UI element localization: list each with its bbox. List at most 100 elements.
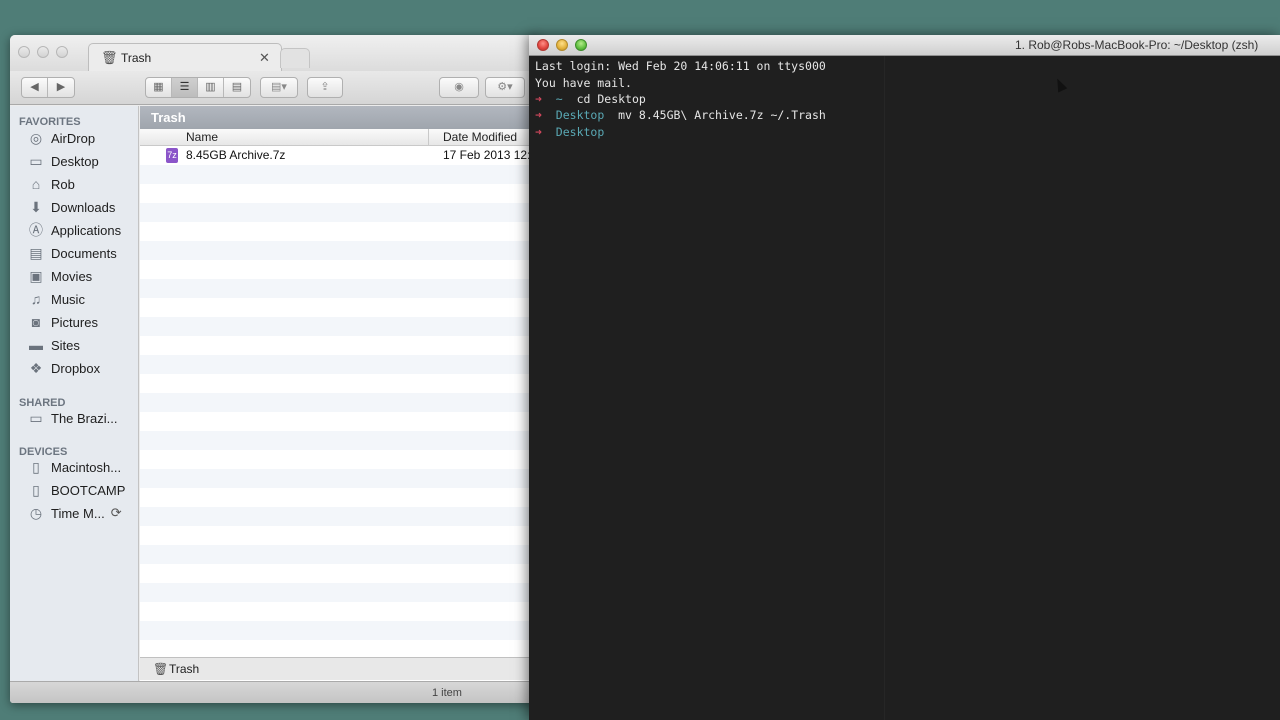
terminal-window: 1. Rob@Robs-MacBook-Pro: ~/Desktop (zsh)…	[529, 35, 1280, 720]
file-row[interactable]: 7z 8.45GB Archive.7z 17 Feb 2013 12:	[140, 146, 540, 165]
command-text: mv 8.45GB\ Archive.7z ~/.Trash	[618, 108, 826, 122]
sidebar-item-label: Downloads	[51, 199, 116, 215]
terminal-line: ➜ Desktop	[535, 125, 604, 139]
terminal-title: 1. Rob@Robs-MacBook-Pro: ~/Desktop (zsh)	[1015, 38, 1259, 52]
finder-window: 🗑 Trash ✕ ◀ ▶ ▦ ☰ ▥ ▤ ▤▾ ⇪ ◉ ⚙▾ FAVORITE…	[10, 35, 540, 703]
minimize-window-button[interactable]	[37, 46, 49, 58]
prompt-arrow-icon: ➜	[535, 125, 542, 139]
column-header: Name Date Modified	[140, 129, 540, 146]
sidebar-item-label: AirDrop	[51, 130, 96, 146]
sidebar-item-label: Pictures	[51, 314, 98, 330]
sidebar-item-pictures[interactable]: ◙ Pictures	[26, 311, 138, 333]
date-modified-column-header[interactable]: Date Modified	[443, 130, 517, 144]
sidebar-item-label: Macintosh...	[51, 459, 122, 475]
sidebar-item-label: Dropbox	[51, 360, 101, 376]
folder-title: Trash	[140, 106, 540, 129]
network-computer-icon: ▭	[29, 409, 43, 426]
sidebar-item-macintosh-hd[interactable]: ▯ Macintosh...	[26, 456, 138, 478]
sidebar-item-rob[interactable]: ⌂ Rob	[26, 173, 138, 195]
sidebar-item-label: Documents	[51, 245, 117, 261]
column-guide	[884, 56, 885, 720]
terminal-line: ➜ Desktop mv 8.45GB\ Archive.7z ~/.Trash	[535, 108, 826, 122]
terminal-titlebar[interactable]: 1. Rob@Robs-MacBook-Pro: ~/Desktop (zsh)	[529, 35, 1280, 56]
applications-icon: Ⓐ	[29, 222, 43, 238]
quick-look-eye-icon[interactable]: ◉	[439, 77, 479, 98]
sidebar-item-applications[interactable]: Ⓐ Applications	[26, 219, 138, 241]
new-tab-button[interactable]	[280, 48, 310, 68]
name-column-header[interactable]: Name	[186, 130, 218, 144]
forward-arrow-icon[interactable]: ▶	[48, 78, 74, 97]
status-bar: 1 item	[10, 681, 540, 703]
item-count: 1 item	[432, 687, 462, 699]
sidebar-item-shared-computer[interactable]: ▭ The Brazi...	[26, 407, 138, 429]
downloads-icon: ⬇	[30, 198, 42, 215]
view-mode-control[interactable]: ▦ ☰ ▥ ▤	[145, 77, 251, 98]
finder-titlebar[interactable]: 🗑 Trash ✕	[10, 35, 540, 71]
drive-icon: ▯	[32, 458, 40, 475]
sidebar-item-music[interactable]: ♫ Music	[26, 288, 138, 310]
sidebar-item-label: Music	[51, 291, 85, 307]
prompt-directory: Desktop	[555, 108, 605, 122]
tab-title: Trash	[121, 51, 152, 65]
back-arrow-icon[interactable]: ◀	[22, 78, 48, 97]
back-forward-control[interactable]: ◀ ▶	[21, 77, 75, 98]
sidebar-item-airdrop[interactable]: ◎ AirDrop	[26, 127, 138, 149]
sidebar-item-sites[interactable]: ▬ Sites	[26, 334, 138, 356]
pictures-icon: ◙	[31, 314, 41, 330]
desktop-icon: ▭	[29, 152, 43, 169]
sidebar-item-label: BOOTCAMP	[51, 482, 126, 498]
share-button[interactable]: ⇪	[307, 77, 343, 98]
icon-view-icon[interactable]: ▦	[146, 78, 172, 97]
column-view-icon[interactable]: ▥	[198, 78, 224, 97]
minimize-window-button[interactable]	[556, 39, 568, 51]
close-window-button[interactable]	[18, 46, 30, 58]
path-bar-item[interactable]: Trash	[169, 662, 199, 676]
sidebar-item-label: The Brazi...	[51, 410, 118, 426]
path-bar: 🗑 Trash	[140, 657, 540, 680]
airdrop-icon: ◎	[29, 129, 43, 146]
sync-spinner-icon: ⟳	[110, 505, 122, 520]
sidebar-item-movies[interactable]: ▣ Movies	[26, 265, 138, 287]
terminal-line: You have mail.	[535, 76, 632, 90]
file-date: 17 Feb 2013 12:	[443, 148, 531, 162]
prompt-directory: Desktop	[555, 125, 605, 139]
close-tab-icon[interactable]: ✕	[259, 50, 270, 66]
prompt-arrow-icon: ➜	[535, 108, 542, 122]
sidebar-item-label: Time M...	[51, 505, 105, 521]
sidebar-item-label: Desktop	[51, 153, 99, 169]
sidebar-item-downloads[interactable]: ⬇ Downloads	[26, 196, 138, 218]
action-gear-icon[interactable]: ⚙▾	[485, 77, 525, 98]
sidebar-item-bootcamp[interactable]: ▯ BOOTCAMP	[26, 479, 138, 501]
sidebar-item-dropbox[interactable]: ❖ Dropbox	[26, 357, 138, 379]
dropbox-icon: ❖	[29, 359, 43, 376]
sidebar-item-documents[interactable]: ▤ Documents	[26, 242, 138, 264]
zoom-window-button[interactable]	[56, 46, 68, 58]
list-view-icon[interactable]: ☰	[172, 78, 198, 97]
home-icon: ⌂	[31, 176, 41, 192]
finder-toolbar: ◀ ▶ ▦ ☰ ▥ ▤ ▤▾ ⇪ ◉ ⚙▾	[10, 71, 540, 105]
prompt-arrow-icon: ➜	[535, 92, 542, 106]
zoom-window-button[interactable]	[575, 39, 587, 51]
file-name: 8.45GB Archive.7z	[186, 148, 286, 162]
archive-file-icon: 7z	[166, 148, 178, 163]
arrange-button[interactable]: ▤▾	[260, 77, 298, 98]
file-list-area: Trash Name Date Modified 7z 8.45GB Archi…	[140, 106, 540, 681]
sidebar-item-time-machine[interactable]: ◷ Time M... ⟳	[26, 502, 138, 524]
terminal-output[interactable]: Last login: Wed Feb 20 14:06:11 on ttys0…	[529, 56, 1280, 720]
documents-icon: ▤	[29, 244, 43, 261]
prompt-directory: ~	[555, 92, 563, 106]
sidebar-item-label: Rob	[51, 176, 75, 192]
terminal-line: ➜ ~ cd Desktop	[535, 92, 646, 106]
trash-icon: 🗑	[101, 50, 118, 65]
folder-icon: ▬	[29, 337, 43, 353]
sidebar-item-label: Applications	[51, 222, 122, 238]
time-machine-icon: ◷	[29, 504, 43, 521]
movies-icon: ▣	[29, 267, 43, 284]
music-icon: ♫	[30, 291, 42, 307]
close-window-button[interactable]	[537, 39, 549, 51]
sidebar-item-desktop[interactable]: ▭ Desktop	[26, 150, 138, 172]
column-divider[interactable]	[428, 129, 429, 145]
tab-trash[interactable]: 🗑 Trash ✕	[88, 43, 282, 71]
coverflow-view-icon[interactable]: ▤	[224, 78, 250, 97]
file-rows: 7z 8.45GB Archive.7z 17 Feb 2013 12:	[140, 146, 540, 657]
